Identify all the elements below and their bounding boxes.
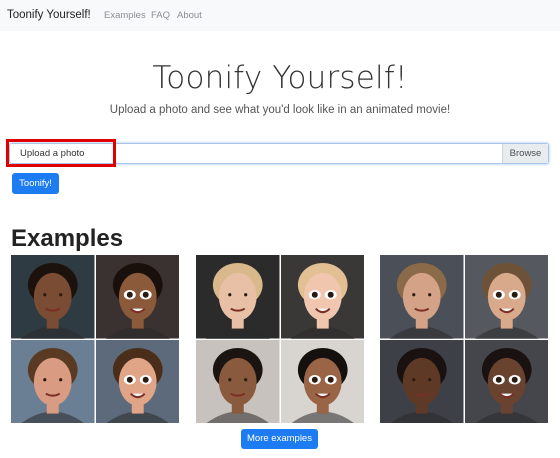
cartoon-portrait-image	[464, 255, 548, 339]
cartoon-portrait-image	[95, 339, 179, 423]
original-portrait-image	[196, 339, 280, 423]
navbar: Toonify Yourself! Examples FAQ About	[0, 0, 560, 31]
cartoon-portrait-image	[280, 339, 364, 423]
example-grid-1	[11, 255, 179, 423]
page-subtitle: Upload a photo and see what you'd look l…	[109, 104, 451, 116]
original-portrait-image	[380, 339, 464, 423]
cartoon-portrait-image	[280, 255, 364, 339]
example-grid-2	[196, 255, 364, 423]
browse-button[interactable]: Browse	[502, 144, 548, 163]
toonify-button[interactable]: Toonify!	[12, 173, 59, 194]
nav-link-about[interactable]: About	[177, 10, 202, 21]
highlight-annotation	[6, 139, 116, 167]
page-title: Toonify Yourself!	[152, 60, 408, 96]
brand-link[interactable]: Toonify Yourself!	[7, 9, 91, 21]
original-portrait-image	[380, 255, 464, 339]
examples-heading: Examples	[11, 225, 124, 252]
example-grid-3	[380, 255, 548, 423]
original-portrait-image	[11, 255, 95, 339]
original-portrait-image	[196, 255, 280, 339]
cartoon-portrait-image	[464, 339, 548, 423]
cartoon-portrait-image	[95, 255, 179, 339]
more-examples-button[interactable]: More examples	[241, 429, 318, 449]
nav-link-examples[interactable]: Examples	[104, 10, 146, 21]
original-portrait-image	[11, 339, 95, 423]
nav-link-faq[interactable]: FAQ	[151, 10, 170, 21]
